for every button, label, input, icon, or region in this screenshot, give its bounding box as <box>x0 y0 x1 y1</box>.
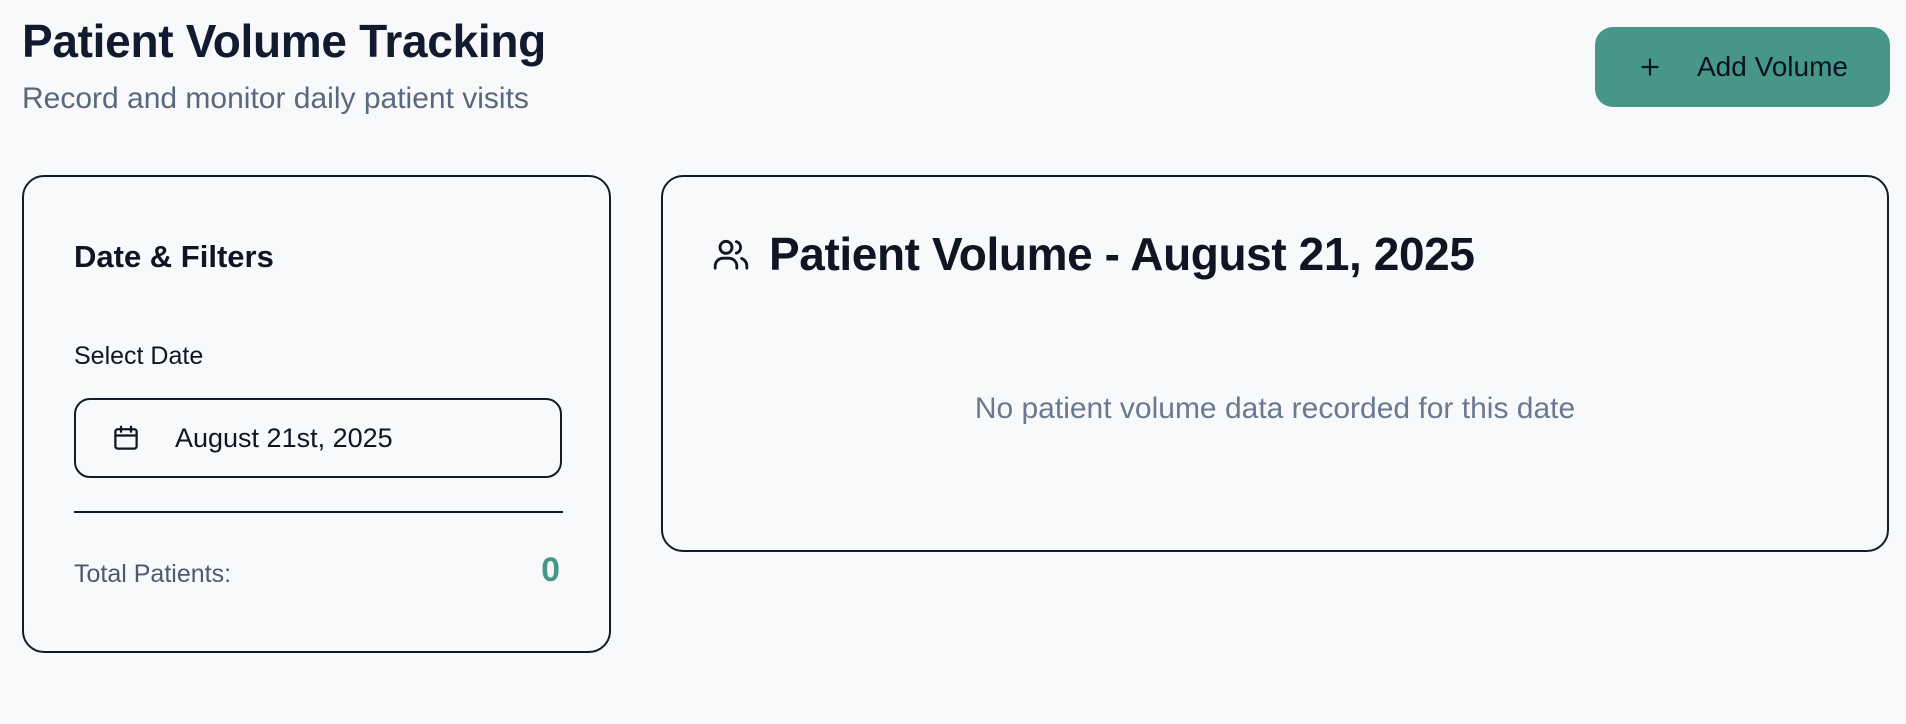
patient-volume-header: Patient Volume - August 21, 2025 <box>711 227 1475 281</box>
patient-volume-title: Patient Volume - August 21, 2025 <box>769 228 1475 280</box>
patient-volume-page: Patient Volume Tracking Record and monit… <box>0 0 1906 724</box>
divider <box>74 511 563 513</box>
total-patients-value: 0 <box>541 551 560 589</box>
users-icon <box>711 234 751 274</box>
filters-title: Date & Filters <box>74 239 274 274</box>
select-date-label: Select Date <box>74 342 204 370</box>
empty-state-message: No patient volume data recorded for this… <box>974 392 1576 425</box>
add-volume-button[interactable]: Add Volume <box>1595 27 1890 107</box>
total-patients-label: Total Patients: <box>74 560 232 588</box>
add-volume-button-label: Add Volume <box>1697 51 1848 82</box>
date-filters-card: Date & Filters Select Date August 21st, … <box>22 175 611 653</box>
calendar-icon <box>111 423 141 453</box>
plus-icon <box>1637 54 1663 80</box>
selected-date-value: August 21st, 2025 <box>175 422 393 453</box>
page-subtitle: Record and monitor daily patient visits <box>22 82 529 115</box>
date-picker-button[interactable]: August 21st, 2025 <box>74 398 562 478</box>
page-title: Patient Volume Tracking <box>22 15 546 67</box>
patient-volume-card: Patient Volume - August 21, 2025 No pati… <box>661 175 1889 552</box>
